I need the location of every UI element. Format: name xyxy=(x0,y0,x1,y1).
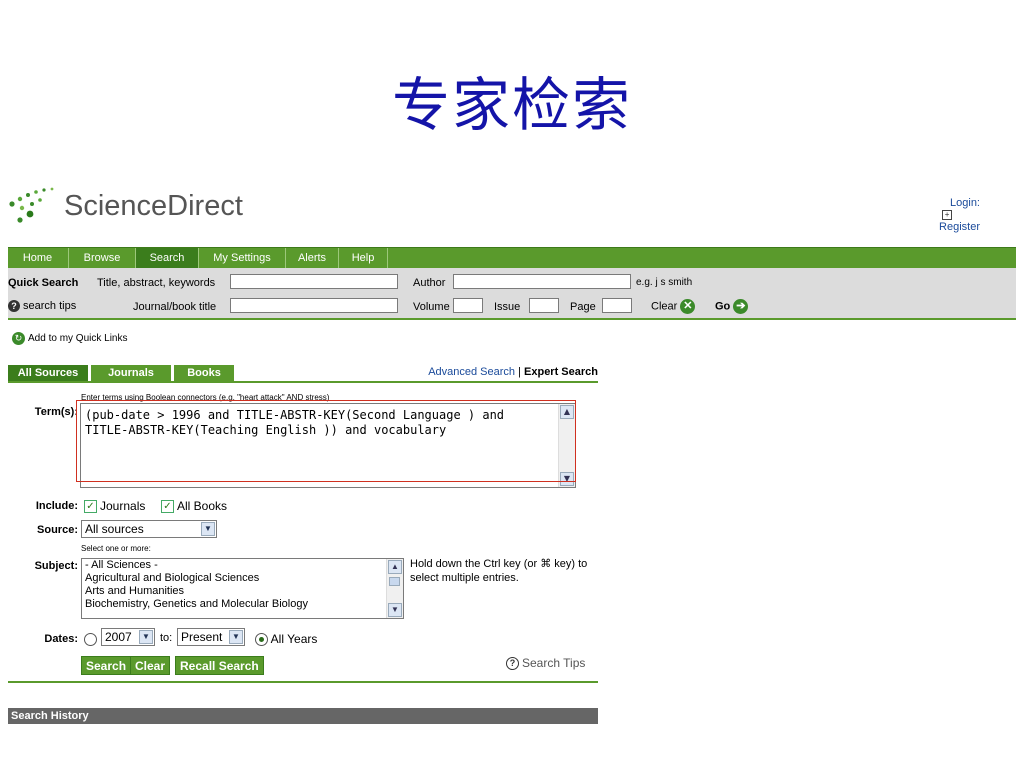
subject-option[interactable]: - All Sciences - xyxy=(82,559,403,572)
slide-title: 专家检索 xyxy=(391,71,632,139)
include-label: Include: xyxy=(35,500,78,512)
chevron-down-icon[interactable]: ▼ xyxy=(139,630,153,644)
account-links: Login: + Register xyxy=(939,196,980,234)
quick-clear-button[interactable]: Clear ✕ xyxy=(651,299,696,314)
scroll-down-icon[interactable]: ▼ xyxy=(388,603,402,617)
issue-label: Issue xyxy=(494,301,521,313)
main-nav: Home Browse Search My Settings Alerts He… xyxy=(8,247,1016,268)
help-icon: ? xyxy=(506,657,519,671)
help-icon: ? xyxy=(8,300,20,313)
quick-go-label: Go xyxy=(715,300,731,313)
quick-go-button[interactable]: Go ➔ xyxy=(715,299,749,314)
subject-label: Subject: xyxy=(34,560,78,572)
expand-icon[interactable]: + xyxy=(942,210,953,220)
books-label: All Books xyxy=(177,499,228,513)
all-years-option[interactable]: All Years xyxy=(255,632,318,647)
recall-search-button[interactable]: Recall Search xyxy=(175,656,264,675)
author-example: e.g. j s smith xyxy=(636,277,693,288)
go-arrow-icon: ➔ xyxy=(733,299,749,314)
quick-clear-label: Clear xyxy=(651,300,678,313)
scroll-thumb[interactable] xyxy=(389,577,400,586)
nav-home[interactable]: Home xyxy=(8,248,67,268)
search-type-links: Advanced Search | Expert Search xyxy=(428,366,598,378)
quick-links-label: Add to my Quick Links xyxy=(28,333,128,345)
author-input[interactable] xyxy=(453,274,631,289)
title-abstract-input[interactable] xyxy=(230,274,398,289)
subject-scrollbar[interactable]: ▲ ▼ xyxy=(386,559,403,618)
register-link[interactable]: Register xyxy=(939,220,980,234)
source-select[interactable]: All sources ▼ xyxy=(81,520,217,538)
source-tabs: All Sources Journals Books Advanced Sear… xyxy=(8,365,598,383)
date-from-value: 2007 xyxy=(105,630,132,644)
search-button[interactable]: Search xyxy=(81,656,132,675)
tab-books[interactable]: Books xyxy=(174,365,234,381)
dates-label: Dates: xyxy=(44,633,78,645)
subject-listbox[interactable]: - All Sciences - Agricultural and Biolog… xyxy=(81,558,404,619)
terms-label: Term(s): xyxy=(34,406,78,418)
subject-option[interactable]: Arts and Humanities xyxy=(82,585,403,598)
subject-option[interactable]: Agricultural and Biological Sciences xyxy=(82,572,403,585)
login-label: Login: xyxy=(950,197,980,209)
links-separator: | xyxy=(518,366,521,378)
search-tips-text: Search Tips xyxy=(522,656,586,670)
journal-title-label: Journal/book title xyxy=(133,301,217,313)
journals-label: Journals xyxy=(100,499,146,513)
journal-title-input[interactable] xyxy=(230,298,398,313)
author-label: Author xyxy=(413,277,446,289)
quick-links-icon: ↻ xyxy=(12,332,25,345)
login-link[interactable]: Login: + xyxy=(939,196,980,220)
source-label: Source: xyxy=(37,524,78,536)
volume-input[interactable] xyxy=(453,298,483,313)
include-journals[interactable]: ✓ Journals xyxy=(84,499,146,514)
all-years-radio[interactable] xyxy=(255,633,268,647)
search-tips-link[interactable]: ? search tips xyxy=(8,300,77,313)
tab-journals[interactable]: Journals xyxy=(91,365,171,381)
highlight-box xyxy=(76,400,576,482)
page-input[interactable] xyxy=(602,298,632,313)
search-tips-bottom-link[interactable]: ? Search Tips xyxy=(506,656,586,671)
chevron-down-icon[interactable]: ▼ xyxy=(229,630,243,644)
journals-checkbox[interactable]: ✓ xyxy=(84,500,97,514)
clear-button[interactable]: Clear xyxy=(130,656,171,675)
tab-all-sources[interactable]: All Sources xyxy=(8,365,88,381)
date-to-select[interactable]: Present ▼ xyxy=(177,628,245,646)
books-checkbox[interactable]: ✓ xyxy=(161,500,174,514)
nav-my-settings[interactable]: My Settings xyxy=(198,248,285,268)
logo-dots-icon xyxy=(9,187,54,223)
all-years-label: All Years xyxy=(270,632,318,646)
title-abstract-label: Title, abstract, keywords xyxy=(97,277,216,289)
nav-browse[interactable]: Browse xyxy=(68,248,135,268)
scroll-up-icon[interactable]: ▲ xyxy=(388,560,402,574)
search-history-header[interactable]: Search History xyxy=(8,708,598,724)
clear-x-icon: ✕ xyxy=(680,299,696,314)
select-hint: Select one or more: xyxy=(81,544,151,553)
include-books[interactable]: ✓ All Books xyxy=(161,499,228,514)
date-from-select[interactable]: 2007 ▼ xyxy=(101,628,155,646)
nav-search[interactable]: Search xyxy=(135,248,198,268)
search-tips-label: search tips xyxy=(23,300,77,312)
nav-help[interactable]: Help xyxy=(338,248,388,268)
date-to-label: to: xyxy=(160,632,173,644)
logo-text: ScienceDirect xyxy=(64,190,243,222)
form-divider xyxy=(8,681,598,683)
subject-help-text: Hold down the Ctrl key (or ⌘ key) to sel… xyxy=(410,558,588,584)
quick-search-heading: Quick Search xyxy=(8,277,79,289)
nav-alerts[interactable]: Alerts xyxy=(285,248,338,268)
volume-label: Volume xyxy=(413,301,450,313)
chevron-down-icon[interactable]: ▼ xyxy=(201,522,215,536)
date-range-radio[interactable] xyxy=(84,632,97,647)
quick-links-link[interactable]: ↻ Add to my Quick Links xyxy=(12,332,127,345)
expert-search-link[interactable]: Expert Search xyxy=(524,366,598,378)
date-to-value: Present xyxy=(181,630,223,644)
advanced-search-link[interactable]: Advanced Search xyxy=(428,366,515,378)
page-label: Page xyxy=(570,301,596,313)
quick-search-panel: Quick Search Title, abstract, keywords A… xyxy=(8,268,1016,320)
issue-input[interactable] xyxy=(529,298,559,313)
source-value: All sources xyxy=(85,522,144,536)
date-range-radio-button[interactable] xyxy=(84,633,97,647)
subject-option[interactable]: Biochemistry, Genetics and Molecular Bio… xyxy=(82,598,403,611)
